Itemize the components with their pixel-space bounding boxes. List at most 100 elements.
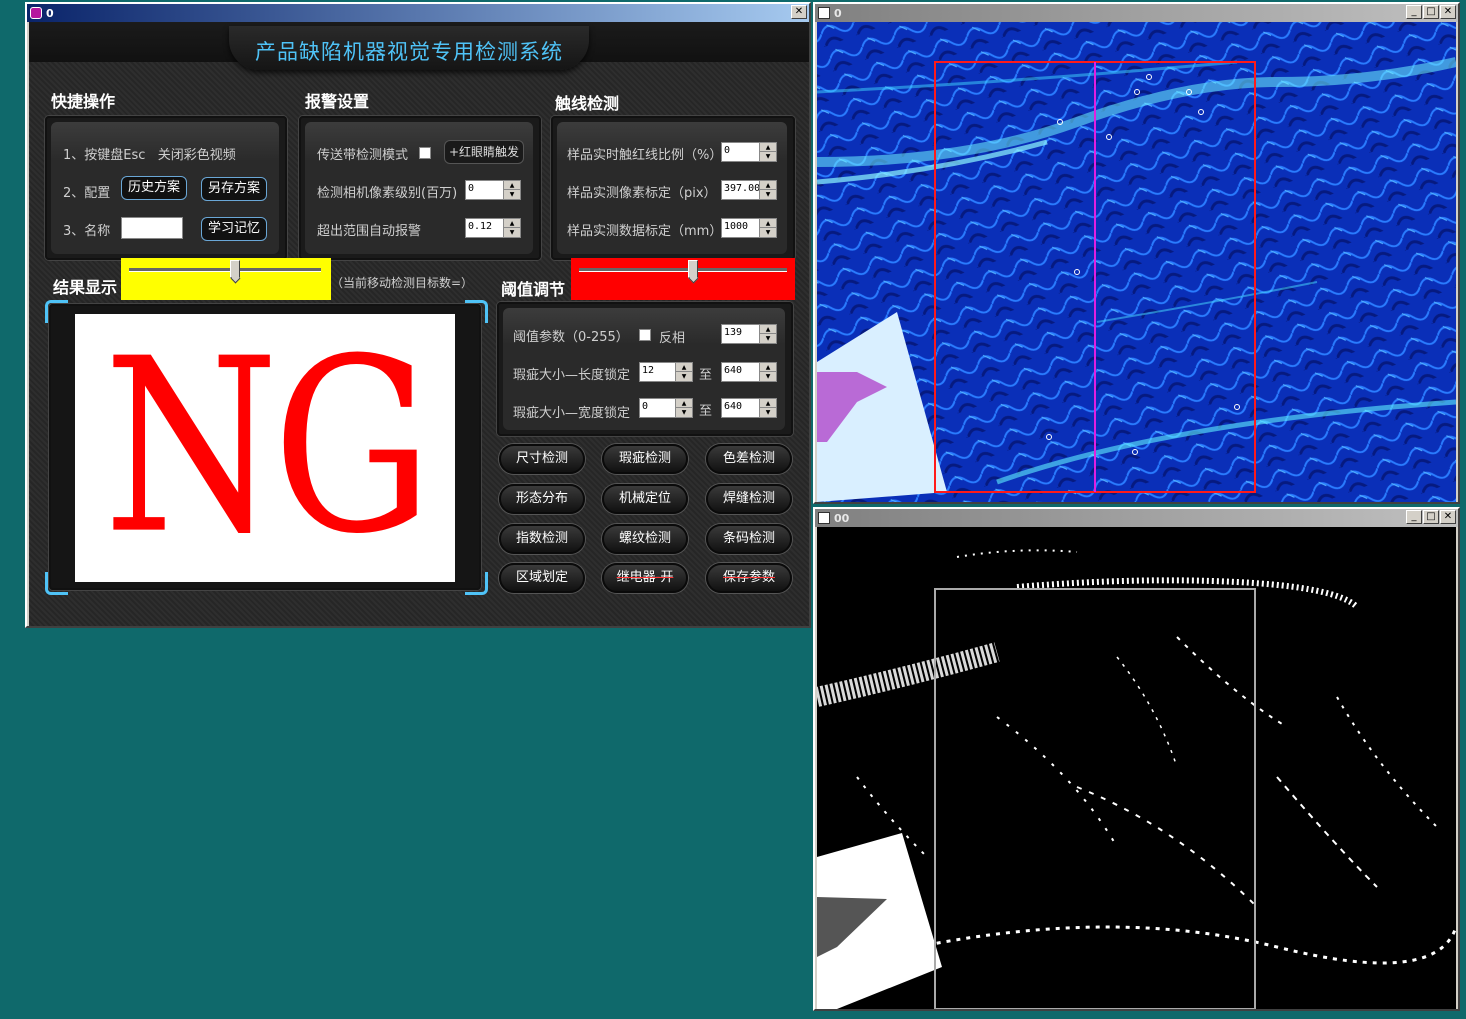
threshold-title: 阈值调节 <box>501 280 566 299</box>
threshold-param-stepper[interactable]: 139 ▲ ▼ <box>721 324 777 344</box>
mechanical-position-button[interactable]: 机械定位 <box>602 484 688 514</box>
region-define-button[interactable]: 区域划定 <box>499 563 585 593</box>
close-icon[interactable]: ✕ <box>1440 510 1456 524</box>
width-min-stepper[interactable]: 0 ▲ ▼ <box>639 398 693 418</box>
binary-image-title: 00 <box>834 511 850 525</box>
config-label: 2、配置 <box>63 186 111 201</box>
spin-down-icon[interactable]: ▼ <box>676 408 692 417</box>
binary-image-window: 00 _ □ ✕ <box>813 507 1460 1011</box>
touch-line-title: 触线检测 <box>555 94 620 113</box>
red-eye-trigger-button[interactable]: +红眼睛触发 <box>444 140 524 164</box>
mm-calib-stepper[interactable]: 1000 ▲ ▼ <box>721 218 777 238</box>
spin-down-icon[interactable]: ▼ <box>760 372 776 381</box>
spin-down-icon[interactable]: ▼ <box>760 334 776 343</box>
width-min-value: 0 <box>642 401 649 412</box>
spin-down-icon[interactable]: ▼ <box>760 190 776 199</box>
spin-up-icon[interactable]: ▲ <box>760 363 776 372</box>
minimize-icon[interactable]: _ <box>1406 5 1422 19</box>
color-camera-image <box>817 22 1456 502</box>
width-lock-label: 瑕疵大小—宽度锁定 <box>513 406 631 421</box>
color-diff-button[interactable]: 色差检测 <box>706 444 792 474</box>
spin-down-icon[interactable]: ▼ <box>676 372 692 381</box>
length-min-value: 12 <box>642 365 655 376</box>
shape-distribution-button[interactable]: 形态分布 <box>499 484 585 514</box>
spin-down-icon[interactable]: ▼ <box>760 152 776 161</box>
length-min-stepper[interactable]: 12 ▲ ▼ <box>639 362 693 382</box>
spin-down-icon[interactable]: ▼ <box>760 408 776 417</box>
relay-on-button[interactable]: 继电器-开 <box>602 563 688 593</box>
alarm-title: 报警设置 <box>305 92 370 111</box>
length-lock-label: 瑕疵大小—长度锁定 <box>513 368 631 383</box>
binary-camera-view <box>817 527 1456 1009</box>
main-window: 0 ✕ 产品缺陷机器视觉专用检测系统 快捷操作 报警设置 触线检测 1、按键盘E… <box>25 2 811 628</box>
out-range-label: 超出范围自动报警 <box>317 224 422 239</box>
index-detect-button[interactable]: 指数检测 <box>499 524 585 554</box>
threshold-slider[interactable] <box>571 258 795 300</box>
corner-tr <box>465 300 488 323</box>
flaw-detect-button[interactable]: 瑕疵检测 <box>602 444 688 474</box>
size-detect-button[interactable]: 尺寸检测 <box>499 444 585 474</box>
name-input[interactable] <box>121 217 183 239</box>
to-label-2: 至 <box>699 404 713 419</box>
learn-memory-button[interactable]: 学习记忆 <box>201 217 267 241</box>
corner-tl <box>45 300 68 323</box>
conveyor-mode-checkbox[interactable] <box>419 147 431 159</box>
pix-calib-stepper[interactable]: 397.00 ▲ ▼ <box>721 180 777 200</box>
threshold-param-value: 139 <box>724 327 743 338</box>
color-image-window: 0 _ □ ✕ <box>813 2 1460 504</box>
save-params-button[interactable]: 保存参数 <box>706 563 792 593</box>
spin-down-icon[interactable]: ▼ <box>760 228 776 237</box>
window-icon <box>818 7 830 19</box>
out-range-stepper[interactable]: 0.12 ▲ ▼ <box>465 218 521 238</box>
maximize-icon[interactable]: □ <box>1423 510 1439 524</box>
spin-up-icon[interactable]: ▲ <box>504 219 520 228</box>
save-as-scheme-button[interactable]: 另存方案 <box>201 177 267 201</box>
app-icon <box>30 7 42 19</box>
app-title: 产品缺陷机器视觉专用检测系统 <box>255 40 563 64</box>
thread-detect-button[interactable]: 螺纹检测 <box>602 524 688 554</box>
result-slider-thumb[interactable] <box>229 260 240 278</box>
spin-up-icon[interactable]: ▲ <box>760 181 776 190</box>
conveyor-mode-label: 传送带检测模式 <box>317 148 409 163</box>
touch-ratio-stepper[interactable]: 0 ▲ ▼ <box>721 142 777 162</box>
minimize-icon[interactable]: _ <box>1406 510 1422 524</box>
maximize-icon[interactable]: □ <box>1423 5 1439 19</box>
mm-calib-label: 样品实测数据标定（mm） <box>567 224 723 239</box>
history-scheme-button[interactable]: 历史方案 <box>121 176 187 200</box>
invert-label: 反相 <box>659 331 686 346</box>
spin-up-icon[interactable]: ▲ <box>676 399 692 408</box>
camera-pixel-stepper[interactable]: 0 ▲ ▼ <box>465 180 521 200</box>
name-label: 3、名称 <box>63 224 111 239</box>
esc-hint: 1、按键盘Esc 关闭彩色视频 <box>63 148 236 163</box>
spin-up-icon[interactable]: ▲ <box>760 325 776 334</box>
close-icon[interactable]: ✕ <box>791 5 807 19</box>
ng-result-box: NG <box>75 308 455 587</box>
to-label-1: 至 <box>699 368 713 383</box>
spin-up-icon[interactable]: ▲ <box>676 363 692 372</box>
spin-up-icon[interactable]: ▲ <box>504 181 520 190</box>
width-max-stepper[interactable]: 640 ▲ ▼ <box>721 398 777 418</box>
barcode-detect-button[interactable]: 条码检测 <box>706 524 792 554</box>
weld-detect-button[interactable]: 焊缝检测 <box>706 484 792 514</box>
color-image-title: 0 <box>834 6 842 20</box>
close-icon[interactable]: ✕ <box>1440 5 1456 19</box>
length-max-stepper[interactable]: 640 ▲ ▼ <box>721 362 777 382</box>
pix-calib-label: 样品实测像素标定（pix） <box>567 186 717 201</box>
spin-down-icon[interactable]: ▼ <box>504 190 520 199</box>
spin-up-icon[interactable]: ▲ <box>760 219 776 228</box>
touch-ratio-label: 样品实时触红线比例（%） <box>567 148 723 163</box>
corner-br <box>465 572 488 595</box>
threshold-slider-thumb[interactable] <box>688 260 699 278</box>
binary-image-titlebar[interactable]: 00 _ □ ✕ <box>815 509 1458 527</box>
window-icon <box>818 512 830 524</box>
corner-bl <box>45 572 68 595</box>
window-title: 0 <box>46 6 54 20</box>
invert-checkbox[interactable] <box>639 329 651 341</box>
threshold-param-label: 阈值参数（0-255） <box>513 330 629 345</box>
mm-calib-value: 1000 <box>724 221 749 232</box>
color-image-titlebar[interactable]: 0 _ □ ✕ <box>815 4 1458 22</box>
spin-down-icon[interactable]: ▼ <box>504 228 520 237</box>
spin-up-icon[interactable]: ▲ <box>760 143 776 152</box>
main-titlebar[interactable]: 0 ✕ <box>27 4 809 22</box>
spin-up-icon[interactable]: ▲ <box>760 399 776 408</box>
